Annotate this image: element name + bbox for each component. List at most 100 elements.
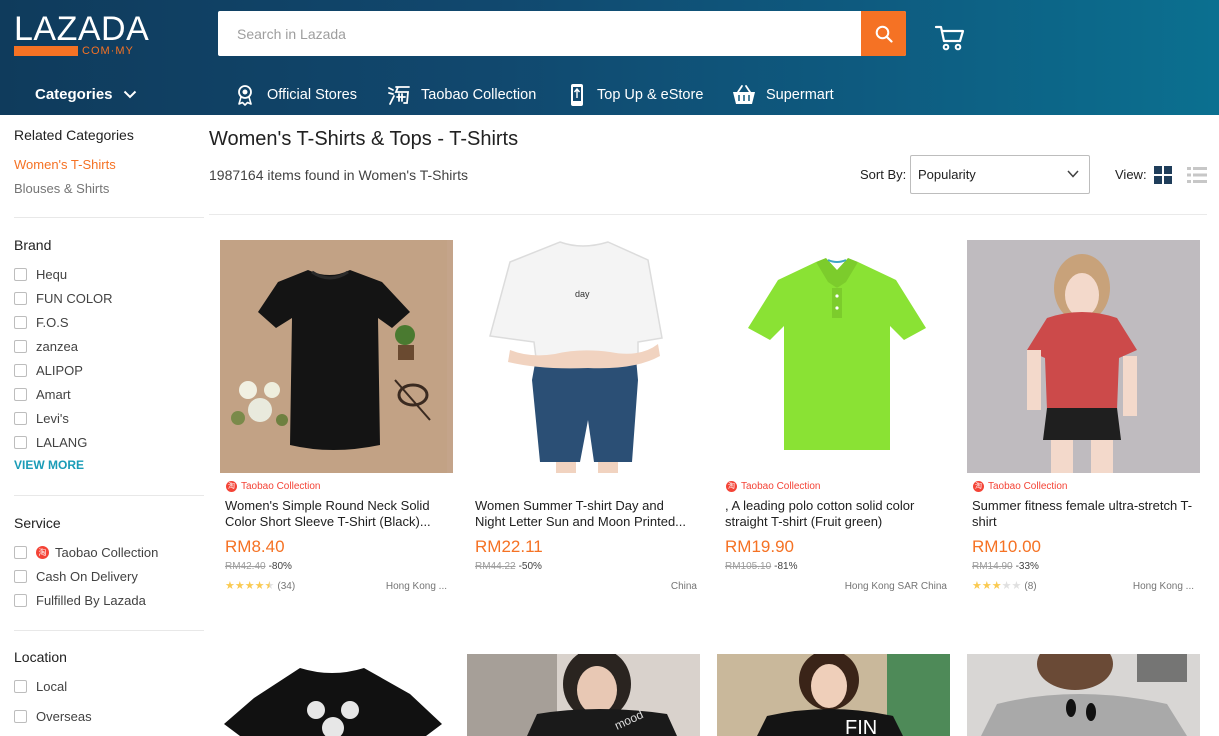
related-category-womens-tshirts[interactable]: Women's T-Shirts [14,157,116,172]
search-button[interactable] [861,11,906,56]
product-image[interactable] [220,654,453,736]
service-filter-cod[interactable]: Cash On Delivery [14,564,204,588]
location-filter-overseas[interactable]: Overseas [14,704,204,728]
product-photo-white-tshirt: day [470,240,703,473]
star-icon: ★ [244,580,255,592]
lazada-logo[interactable]: LAZADA COM·MY [14,10,150,62]
star-icon: ★ [234,580,245,592]
checkbox[interactable] [14,387,27,401]
brand-filter-fun-color[interactable]: FUN COLOR [14,286,204,310]
product-card[interactable]: FIN [717,654,950,736]
product-card[interactable]: day Women Summer T-shirt Day and Night L… [470,240,703,595]
product-name[interactable]: Women Summer T-shirt Day and Night Lette… [475,498,697,530]
brand-filter-fos[interactable]: F.O.S [14,310,204,334]
divider [14,495,204,496]
product-card[interactable] [967,654,1200,736]
brand-label: Levi's [36,410,69,426]
product-card[interactable]: 淘 Taobao Collection Women's Simple Round … [220,240,453,595]
sort-dropdown[interactable]: Popularity [910,155,1090,194]
star-icon: ★ [225,580,235,592]
svg-text:FIN: FIN [845,717,877,736]
badge-icon [238,85,252,106]
brand-filter-amart[interactable]: Amart [14,382,204,406]
strike-price: RM44.22 [475,561,516,572]
brand-label: Hequ [36,266,68,282]
product-name[interactable]: , A leading polo cotton solid color stra… [725,498,947,530]
service-filter-taobao[interactable]: 淘 Taobao Collection [14,540,204,564]
checkbox[interactable] [14,363,27,377]
search-input[interactable] [218,11,861,56]
product-image[interactable] [720,240,953,473]
product-card[interactable]: 淘 Taobao Collection Summer fitness female… [967,240,1200,595]
checkbox[interactable] [14,679,27,693]
product-image[interactable] [967,654,1200,736]
product-photo-black-tshirt [220,240,447,473]
product-card[interactable] [220,654,453,736]
brand-label: zanzea [36,338,78,354]
nav-taobao-collection[interactable]: Taobao Collection [387,83,536,107]
brand-filter-zanzea[interactable]: zanzea [14,334,204,358]
product-image[interactable]: FIN [717,654,950,736]
taobao-badge-icon: 淘 [726,480,737,492]
brand-filter-levis[interactable]: Levi's [14,406,204,430]
product-image[interactable] [967,240,1200,473]
grid-view-button[interactable] [1154,166,1172,189]
product-card[interactable]: mood [467,654,700,736]
nav-label: Official Stores [267,87,357,103]
taobao-badge-icon: 淘 [973,480,984,492]
checkbox[interactable] [14,291,27,305]
strike-price: RM105.10 [725,561,772,572]
product-price: RM8.40 [225,537,285,556]
checkbox[interactable] [14,315,27,329]
divider [14,217,204,218]
checkbox[interactable] [14,593,27,607]
product-footer: Hong Kong SAR China [720,581,953,595]
product-image[interactable]: day [470,240,703,473]
product-footer: ★ ★ ★ ★ ★ (8) Hong Kong ... [967,581,1200,595]
product-image[interactable]: mood [467,654,700,736]
brand-label: LALANG [36,434,88,450]
view-label: View: [1115,167,1147,182]
product-footer: China [470,581,703,595]
location-filter-local[interactable]: Local [14,674,204,698]
logo-text: LAZADA [14,10,150,48]
service-filter-fbl[interactable]: Fulfilled By Lazada [14,588,204,612]
brand-filter-hequ[interactable]: Hequ [14,262,204,286]
product-card[interactable]: 淘 Taobao Collection , A leading polo cott… [720,240,953,595]
view-more-link[interactable]: VIEW MORE [14,458,204,472]
service-label: Fulfilled By Lazada [36,592,146,608]
product-image[interactable] [220,240,453,473]
original-price: RM44.22 -50% [475,561,703,572]
service-title: Service [14,515,61,531]
checkbox[interactable] [14,709,27,723]
brand-filter-alipop[interactable]: ALIPOP [14,358,204,382]
location-list: Local Overseas [14,674,204,728]
checkbox[interactable] [14,569,27,583]
taobao-collection-tag-empty [476,480,703,492]
checkbox[interactable] [14,411,27,425]
checkbox[interactable] [14,339,27,353]
nav-official-stores[interactable]: Official Stores [233,83,357,107]
checkbox[interactable] [14,435,27,449]
checkbox[interactable] [14,267,27,281]
list-view-button[interactable] [1187,166,1207,189]
taobao-badge-icon: 淘 [226,480,237,492]
taobao-label: Taobao Collection [988,480,1068,492]
checkbox[interactable] [14,545,27,559]
basket-icon [733,85,755,104]
cart-icon [934,25,965,51]
svg-text:day: day [575,289,590,299]
product-location: Hong Kong ... [1132,581,1194,592]
related-category-blouses[interactable]: Blouses & Shirts [14,181,109,196]
nav-supermart[interactable]: Supermart [732,83,834,107]
brand-filter-lalang[interactable]: LALANG [14,430,204,454]
product-photo-red-tshirt-model [967,240,1200,473]
brand-label: Amart [36,386,71,402]
product-name[interactable]: Women's Simple Round Neck Solid Color Sh… [225,498,447,530]
cart-button[interactable] [934,24,966,52]
empty-star-icon: ★ [1001,580,1012,592]
categories-menu[interactable]: Categories [35,86,137,103]
product-name[interactable]: Summer fitness female ultra-stretch T-sh… [972,498,1194,530]
product-footer: ★ ★ ★ ★ ★ (34) Hong Kong ... [220,581,453,595]
nav-topup-estore[interactable]: Top Up & eStore [567,83,703,107]
